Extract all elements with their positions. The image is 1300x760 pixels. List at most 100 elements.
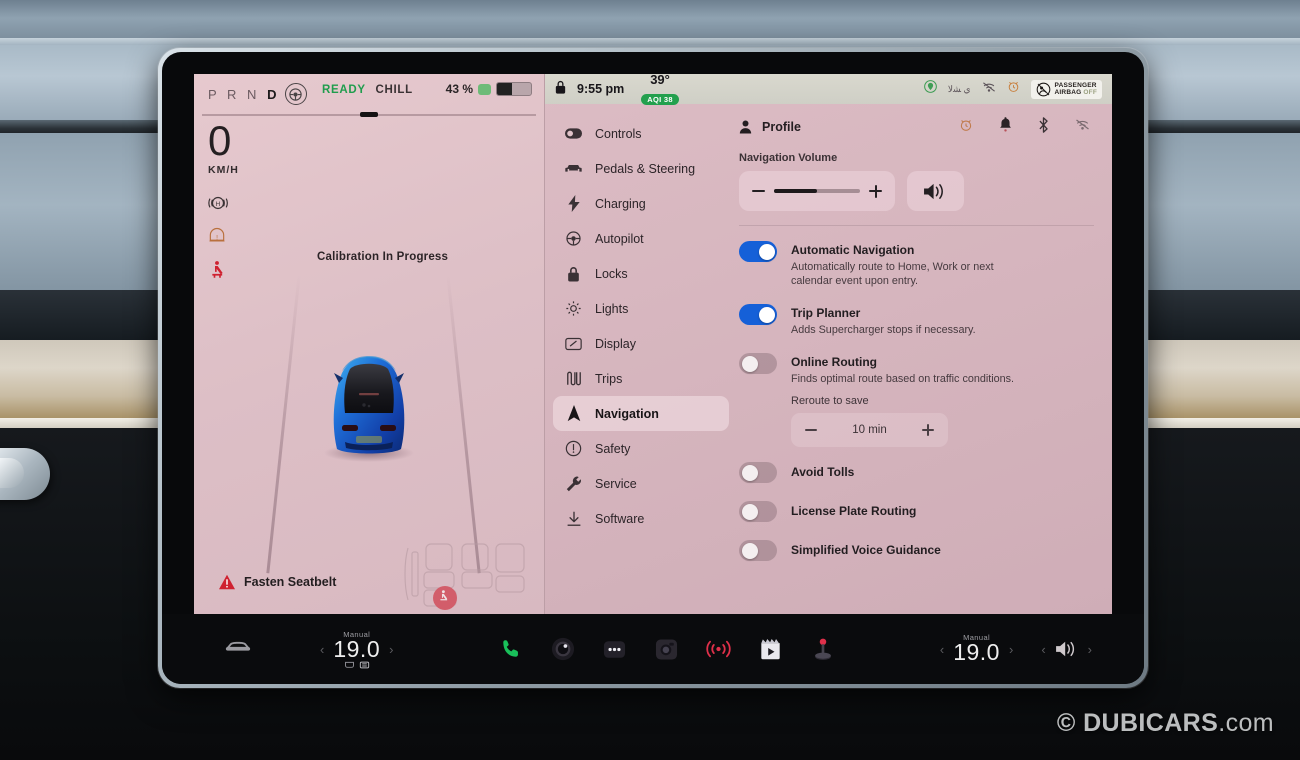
option-trip-planner: Trip Planner Adds Supercharger stops if … bbox=[739, 303, 1094, 337]
wrench-icon bbox=[565, 475, 582, 492]
svg-text:H: H bbox=[216, 201, 221, 208]
reroute-to-save-block: Reroute to save 10 min bbox=[791, 395, 1094, 447]
status-bar-right: ﻱ ﺸﻟﺎ PASSENGER AIRBAG OFF bbox=[923, 79, 1102, 99]
ready-label: READY bbox=[322, 84, 366, 96]
temp-decrease-chevron[interactable]: ‹ bbox=[940, 642, 944, 657]
automatic-navigation-toggle[interactable] bbox=[739, 241, 777, 262]
media-icon[interactable] bbox=[758, 636, 784, 662]
warning-triangle-icon bbox=[219, 574, 235, 590]
bluetooth-icon[interactable] bbox=[1038, 116, 1049, 138]
sidebar-item-lights[interactable]: Lights bbox=[553, 291, 729, 326]
battery-percent: 43 % bbox=[445, 82, 473, 96]
wifi-off-icon[interactable] bbox=[982, 80, 996, 98]
sidebar-item-service[interactable]: Service bbox=[553, 466, 729, 501]
phone-icon[interactable] bbox=[498, 636, 524, 662]
driver-climate-control[interactable]: ‹ Manual 19.0 › bbox=[320, 630, 393, 669]
camera-lens-icon[interactable] bbox=[550, 636, 576, 662]
sidebar-item-navigation[interactable]: Navigation bbox=[553, 396, 729, 431]
nav-volume-slider[interactable] bbox=[739, 171, 895, 211]
alarm-clock-icon[interactable] bbox=[959, 118, 973, 137]
option-avoid-tolls: Avoid Tolls bbox=[739, 461, 1094, 483]
telltale-column: H ! bbox=[207, 192, 544, 282]
battery-indicator[interactable]: 43 % bbox=[446, 82, 532, 96]
app-launcher-icons bbox=[498, 636, 836, 662]
license-plate-routing-toggle[interactable] bbox=[739, 501, 777, 522]
settings-body: Controls Pedals & Steering Charging Auto… bbox=[545, 104, 1112, 614]
steering-wheel-icon bbox=[565, 230, 582, 247]
option-title: Simplified Voice Guidance bbox=[791, 542, 941, 557]
watermark: © DUBICARS.com bbox=[1057, 709, 1274, 738]
volume-track[interactable] bbox=[774, 189, 860, 193]
sidebar-item-pedals-steering[interactable]: Pedals & Steering bbox=[553, 151, 729, 186]
volume-decrease-button[interactable] bbox=[752, 190, 765, 192]
status-bar: 9:55 pm 39° AQI 38 ﻱ ﺸﻟﺎ PASSENGER AIRBA… bbox=[545, 74, 1112, 107]
bell-icon[interactable] bbox=[999, 117, 1012, 137]
sidebar-item-locks[interactable]: Locks bbox=[553, 256, 729, 291]
steering-wheel-icon bbox=[284, 83, 307, 105]
apps-dots-icon[interactable] bbox=[602, 636, 628, 662]
speed-divider bbox=[202, 114, 536, 116]
profile-button[interactable]: Profile bbox=[739, 120, 801, 134]
volume-down-chevron[interactable]: ‹ bbox=[1041, 642, 1045, 657]
avoid-tolls-toggle[interactable] bbox=[739, 462, 777, 483]
joystick-icon[interactable] bbox=[810, 636, 836, 662]
temp-decrease-chevron[interactable]: ‹ bbox=[320, 642, 324, 657]
online-routing-toggle[interactable] bbox=[739, 353, 777, 374]
passenger-climate-control[interactable]: ‹ Manual 19.0 › bbox=[940, 633, 1013, 666]
media-volume-control[interactable]: ‹ › bbox=[1041, 639, 1092, 659]
settings-panel: 9:55 pm 39° AQI 38 ﻱ ﺸﻟﺎ PASSENGER AIRBA… bbox=[545, 74, 1112, 614]
lock-icon[interactable] bbox=[555, 80, 566, 99]
simplified-voice-guidance-toggle[interactable] bbox=[739, 540, 777, 561]
volume-increase-button[interactable] bbox=[869, 184, 882, 198]
speedometer: 0 KM/H bbox=[194, 116, 544, 177]
calibration-message: Calibration In Progress bbox=[317, 251, 449, 263]
seat-occupancy-diagram bbox=[404, 538, 530, 610]
reroute-stepper[interactable]: 10 min bbox=[791, 413, 948, 447]
brand-tld: .com bbox=[1218, 709, 1274, 737]
option-automatic-navigation: Automatic Navigation Automatically route… bbox=[739, 240, 1094, 288]
car-icon[interactable] bbox=[224, 639, 252, 659]
car-visualization bbox=[312, 349, 427, 467]
nav-volume-label: Navigation Volume bbox=[739, 152, 838, 164]
air-vent-knob[interactable] bbox=[0, 448, 50, 500]
sidebar-item-controls[interactable]: Controls bbox=[553, 116, 729, 151]
status-bar-left: 9:55 pm 39° AQI 38 bbox=[555, 74, 679, 107]
sidebar-label: Locks bbox=[595, 266, 628, 281]
volume-fill bbox=[774, 189, 817, 193]
weather-widget[interactable]: 39° AQI 38 bbox=[641, 74, 679, 107]
touchscreen-bezel: P R N D READY CHILL 43 % 0 KM/H H ! Cali… bbox=[158, 48, 1148, 688]
clock-time[interactable]: 9:55 pm bbox=[577, 82, 624, 96]
volume-up-chevron[interactable]: › bbox=[1088, 642, 1092, 657]
dashcam-icon[interactable] bbox=[654, 636, 680, 662]
wifi-off-icon[interactable] bbox=[1075, 118, 1090, 136]
sidebar-label: Pedals & Steering bbox=[595, 161, 696, 176]
alert-circle-icon bbox=[565, 440, 582, 457]
sidebar-item-charging[interactable]: Charging bbox=[553, 186, 729, 221]
sidebar-item-display[interactable]: Display bbox=[553, 326, 729, 361]
battery-icon bbox=[496, 82, 532, 96]
reroute-decrease-button[interactable] bbox=[805, 429, 817, 431]
sidebar-label: Navigation bbox=[595, 406, 659, 421]
sidebar-item-safety[interactable]: Safety bbox=[553, 431, 729, 466]
sidebar-label: Charging bbox=[595, 196, 646, 211]
speaker-test-button[interactable] bbox=[907, 171, 964, 211]
reroute-label: Reroute to save bbox=[791, 395, 869, 407]
sidebar-item-trips[interactable]: Trips bbox=[553, 361, 729, 396]
alarm-clock-icon[interactable] bbox=[1007, 80, 1020, 98]
fasten-seatbelt-label: Fasten Seatbelt bbox=[244, 575, 337, 589]
sidebar-item-software[interactable]: Software bbox=[553, 501, 729, 536]
temp-increase-chevron[interactable]: › bbox=[389, 642, 393, 657]
seatbelt-warning-icon bbox=[207, 260, 229, 282]
outside-temperature: 39° bbox=[650, 74, 670, 87]
speaker-waves-icon[interactable] bbox=[1054, 639, 1080, 659]
reroute-increase-button[interactable] bbox=[922, 424, 934, 436]
live-broadcast-icon[interactable] bbox=[706, 636, 732, 662]
trips-icon bbox=[565, 370, 582, 387]
sidebar-item-autopilot[interactable]: Autopilot bbox=[553, 221, 729, 256]
trip-planner-toggle[interactable] bbox=[739, 304, 777, 325]
fasten-seatbelt-warning: Fasten Seatbelt bbox=[218, 574, 336, 590]
temp-increase-chevron[interactable]: › bbox=[1009, 642, 1013, 657]
car-front-icon bbox=[565, 160, 582, 177]
windshield-defrost-icon bbox=[344, 661, 354, 668]
sidebar-label: Lights bbox=[595, 301, 629, 316]
